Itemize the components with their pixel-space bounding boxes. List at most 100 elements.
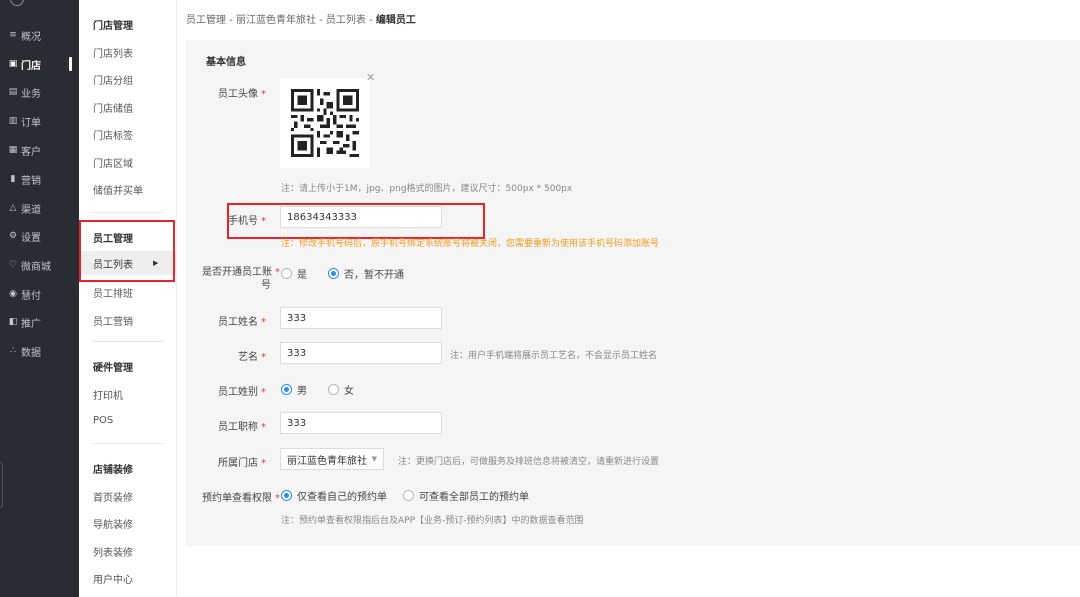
radio-circle	[328, 384, 339, 395]
account-no-radio[interactable]: 否，暂不开通	[328, 266, 404, 281]
nav-label: 概况	[21, 31, 41, 43]
permission-label: 预约单查看权限 *	[186, 489, 280, 504]
name-input[interactable]: 333	[280, 307, 442, 329]
submenu-item-staff-marketing[interactable]: 员工营销	[93, 313, 133, 328]
radio-label: 男	[297, 386, 307, 397]
required-mark: *	[261, 422, 266, 433]
name-value: 333	[287, 312, 307, 324]
submenu-item-store-region[interactable]: 门店区域	[93, 155, 133, 170]
account-yes-radio[interactable]: 是	[281, 266, 307, 281]
submenu-item-store-group[interactable]: 门店分组	[93, 72, 133, 87]
overview-icon: ≡	[9, 30, 17, 40]
submenu-item-store-deposit[interactable]: 门店储值	[93, 100, 133, 115]
submenu-item-printer[interactable]: 打印机	[93, 387, 123, 402]
label-text: 艺名	[238, 352, 258, 363]
submenu-item-user-center[interactable]: 用户中心	[93, 571, 133, 586]
radio-circle-checked	[281, 384, 292, 395]
label-text: 员工职称	[218, 422, 258, 433]
submenu-item-home-deco[interactable]: 首页装修	[93, 489, 133, 504]
nav-label: 渠道	[21, 204, 41, 216]
nav-label: 慧付	[21, 290, 41, 302]
gender-male-radio[interactable]: 男	[281, 382, 307, 397]
channels-icon: △	[9, 203, 17, 213]
pay-icon: ◉	[9, 289, 17, 299]
breadcrumb-path: 员工管理 - 丽江蓝色青年旅社 - 员工列表 -	[186, 15, 376, 26]
radio-label: 是	[297, 270, 307, 281]
nav-item-data[interactable]: ∴ 数据	[0, 340, 79, 362]
nav-active-indicator	[69, 57, 72, 71]
customers-icon: ▦	[8, 145, 18, 155]
required-mark: *	[275, 267, 280, 278]
nav-label: 营销	[21, 175, 41, 187]
gender-label: 员工姓别 *	[186, 383, 266, 398]
nav-item-store[interactable]: ▣ 门店	[0, 53, 79, 75]
radio-label: 仅查看自己的预约单	[297, 492, 387, 503]
name-label: 员工姓名 *	[186, 313, 266, 328]
nav-item-business[interactable]: ▤ 业务	[0, 81, 79, 103]
close-icon[interactable]: ✕	[366, 71, 375, 84]
job-title-value: 333	[287, 417, 307, 429]
highlight-box	[227, 203, 485, 239]
submenu-item-pos[interactable]: POS	[93, 415, 113, 426]
qr-code-image	[291, 89, 359, 157]
label-text: 是否开通员工账	[202, 267, 272, 278]
nav-item-channels[interactable]: △ 渠道	[0, 197, 79, 219]
nav-collapse-handle[interactable]	[0, 462, 3, 508]
nav-item-microshop[interactable]: ♡ 微商城	[0, 254, 79, 276]
phone-warning: 注：修改手机号码后，原手机号绑定系统账号将被关闭，您需要重新为使用该手机号码添加…	[281, 239, 660, 249]
nav-item-orders[interactable]: ▥ 订单	[0, 110, 79, 132]
perm-own-radio[interactable]: 仅查看自己的预约单	[281, 488, 387, 503]
submenu-divider	[93, 443, 163, 444]
perm-all-radio[interactable]: 可查看全部员工的预约单	[403, 488, 529, 503]
nav-item-pay[interactable]: ◉ 慧付	[0, 283, 79, 305]
store-label: 所属门店 *	[186, 454, 266, 469]
avatar-hint: 注：请上传小于1M，jpg、png格式的图片，建议尺寸：500px * 500p…	[281, 184, 573, 194]
business-icon: ▤	[8, 87, 18, 97]
nav-item-overview[interactable]: ≡ 概况	[0, 24, 79, 46]
breadcrumb-current: 编辑员工	[375, 15, 416, 26]
nav-top-icon	[10, 0, 24, 6]
permission-hint: 注：预约单查看权限指后台及APP【业务-预订-预约列表】中的数据查看范围	[281, 516, 584, 526]
submenu-item-store-list[interactable]: 门店列表	[93, 45, 133, 60]
main-nav: ≡ 概况 ▣ 门店 ▤ 业务 ▥ 订单 ▦ 客户 ▮ 营销 △ 渠道 ⚙ 设置 ♡ 微商城 ◉ 慧付…	[0, 0, 79, 597]
nav-item-promotion[interactable]: ◧ 推广	[0, 311, 79, 333]
submenu-item-store-tags[interactable]: 门店标签	[93, 127, 133, 142]
nav-item-customers[interactable]: ▦ 客户	[0, 139, 79, 161]
submenu-item-staff-schedule[interactable]: 员工排班	[93, 285, 133, 300]
radio-circle	[281, 268, 292, 279]
gender-female-radio[interactable]: 女	[328, 382, 354, 397]
required-mark: *	[261, 458, 266, 469]
job-title-label: 员工职称 *	[186, 418, 266, 433]
nav-label: 客户	[21, 146, 41, 158]
promotion-icon: ◧	[8, 317, 18, 327]
nav-item-settings[interactable]: ⚙ 设置	[0, 225, 79, 247]
breadcrumb: 员工管理 - 丽江蓝色青年旅社 - 员工列表 - 编辑员工	[186, 11, 416, 26]
submenu-item-nav-deco[interactable]: 导航装修	[93, 516, 133, 531]
radio-circle-checked	[281, 490, 292, 501]
label-text: 号	[261, 280, 271, 291]
store-select-value: 丽江蓝色青年旅社	[287, 455, 367, 467]
radio-label: 女	[344, 386, 354, 397]
required-mark: *	[261, 387, 266, 398]
radio-circle	[403, 490, 414, 501]
store-submenu: 门店管理 门店列表 门店分组 门店储值 门店标签 门店区域 储值并买单 员工管理…	[79, 0, 177, 597]
nav-item-marketing[interactable]: ▮ 营销	[0, 168, 79, 190]
stage-name-value: 333	[287, 347, 307, 359]
chevron-down-icon: ▼	[371, 455, 377, 463]
submenu-item-deposit-pay[interactable]: 储值并买单	[93, 182, 143, 197]
label-text: 员工姓名	[218, 317, 258, 328]
nav-label: 订单	[21, 117, 41, 129]
marketing-icon: ▮	[10, 174, 16, 184]
submenu-item-list-deco[interactable]: 列表装修	[93, 544, 133, 559]
job-title-input[interactable]: 333	[280, 412, 442, 434]
store-select[interactable]: 丽江蓝色青年旅社 ▼	[280, 448, 384, 470]
label-text: 员工姓别	[218, 387, 258, 398]
nav-label: 微商城	[21, 261, 51, 273]
submenu-group-title: 硬件管理	[93, 363, 133, 374]
section-title: 基本信息	[206, 57, 246, 68]
store-hint: 注：更换门店后，可做服务及排班信息将被清空，请重新进行设置	[398, 457, 660, 467]
nav-label: 业务	[21, 88, 41, 100]
required-mark: *	[261, 317, 266, 328]
microshop-icon: ♡	[8, 260, 18, 270]
stage-name-input[interactable]: 333	[280, 342, 442, 364]
